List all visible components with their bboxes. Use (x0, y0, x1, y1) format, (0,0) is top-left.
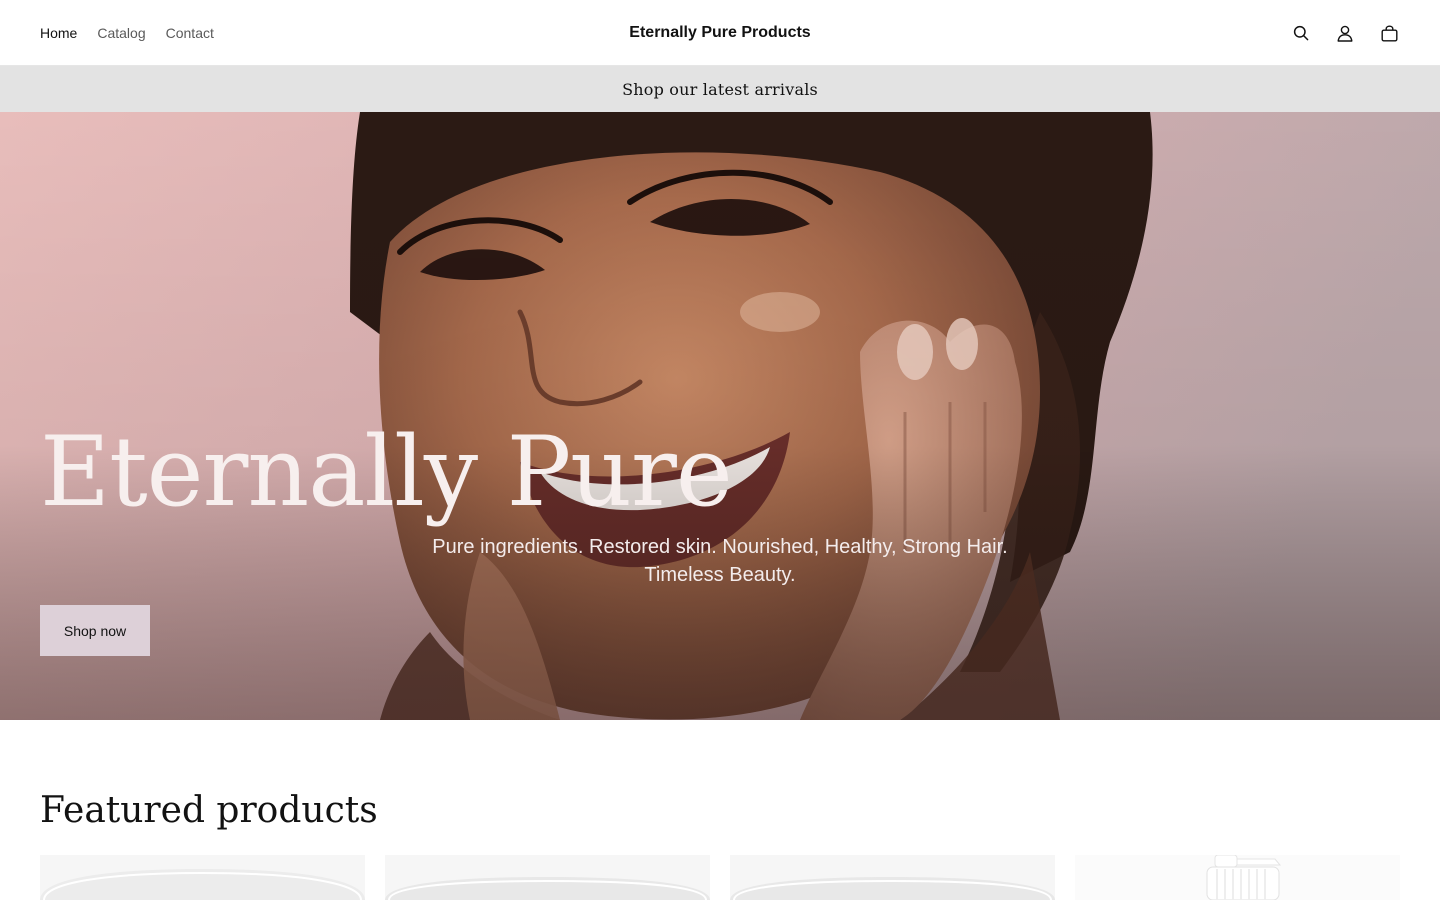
cart-icon[interactable] (1378, 22, 1400, 44)
product-card[interactable] (385, 855, 710, 900)
hero-banner: Eternally Pure Pure ingredients. Restore… (0, 112, 1440, 720)
nav-link-contact[interactable]: Contact (166, 25, 214, 41)
announcement-bar: Shop our latest arrivals (0, 66, 1440, 112)
hero-subtitle: Pure ingredients. Restored skin. Nourish… (432, 536, 1008, 586)
cream-jar-product-image (730, 855, 1055, 900)
nav-link-catalog[interactable]: Catalog (97, 25, 145, 41)
product-card[interactable] (730, 855, 1055, 900)
brand-container: Eternally Pure Products (0, 0, 1440, 66)
main-nav: Home Catalog Contact (40, 0, 214, 66)
featured-products-heading: Featured products (40, 790, 378, 831)
product-card[interactable] (40, 855, 365, 900)
shop-now-button[interactable]: Shop now (40, 605, 150, 656)
product-card[interactable] (1075, 855, 1400, 900)
nav-link-home[interactable]: Home (40, 25, 77, 41)
hero-title: Eternally Pure (40, 416, 733, 528)
search-icon[interactable] (1290, 22, 1312, 44)
announcement-text[interactable]: Shop our latest arrivals (622, 80, 818, 99)
header-icons (1290, 0, 1400, 66)
account-icon[interactable] (1334, 22, 1356, 44)
pump-bottle-product-image (1075, 855, 1400, 900)
store-name-logo[interactable]: Eternally Pure Products (629, 24, 810, 42)
cream-jar-product-image (40, 855, 365, 900)
cream-jar-product-image (385, 855, 710, 900)
site-header: Home Catalog Contact Eternally Pure Prod… (0, 0, 1440, 66)
